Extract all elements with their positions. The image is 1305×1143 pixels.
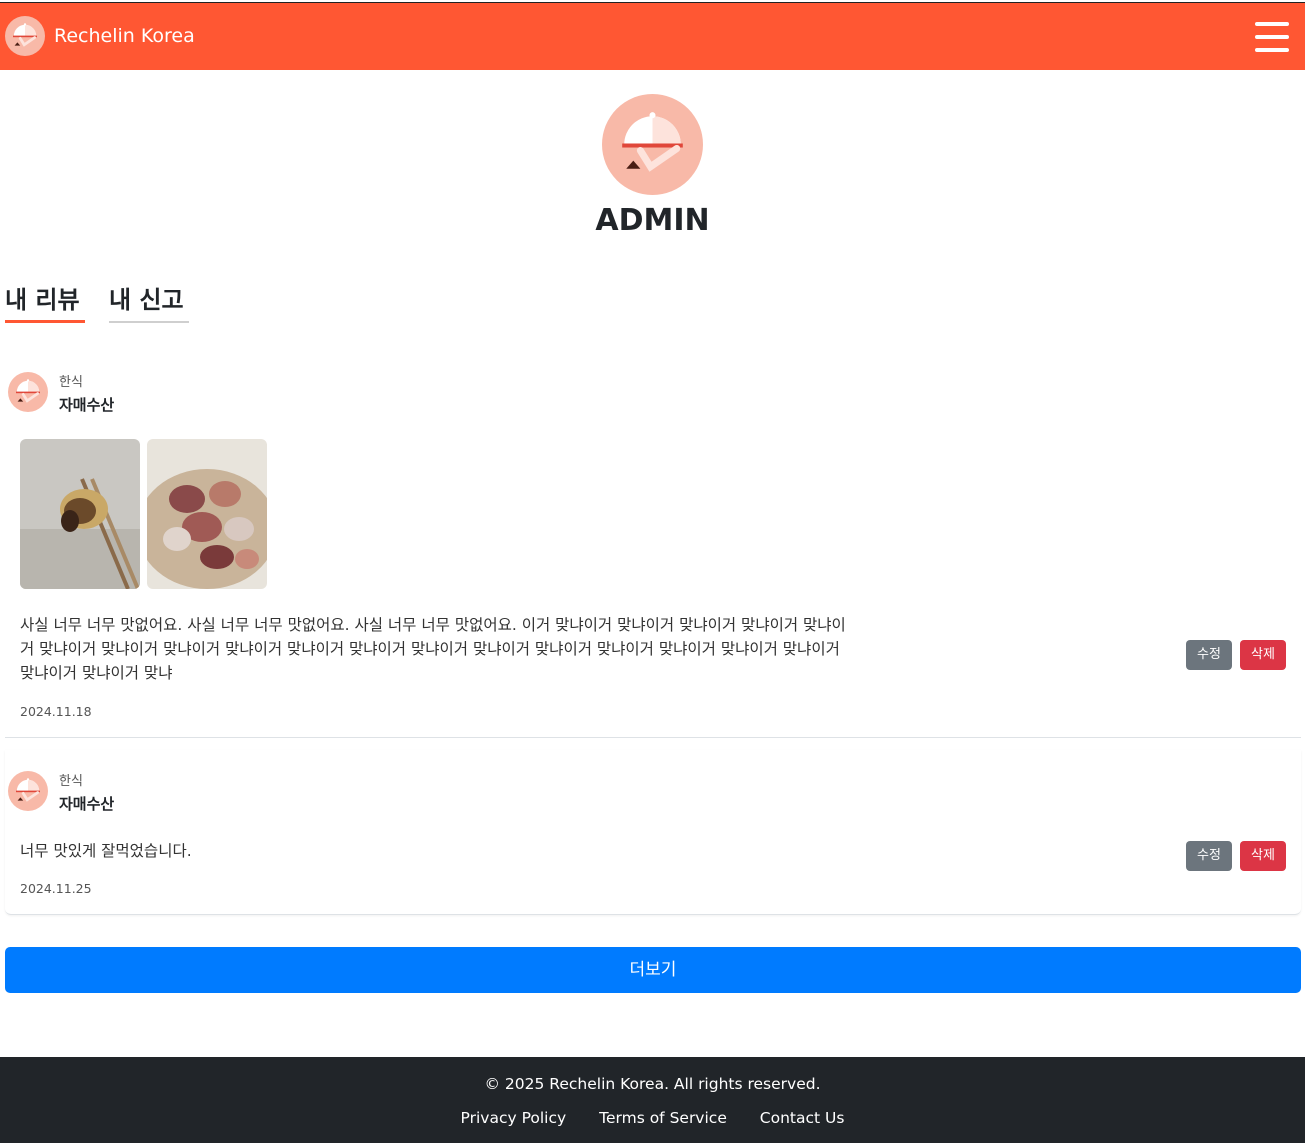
cloche-logo-icon [5,16,45,56]
review-category: 한식 [59,774,83,789]
profile-name: ADMIN [595,203,710,238]
reviewer-avatar [8,771,48,811]
review-photo-scallop-plate[interactable] [147,439,267,589]
navbar: Rechelin Korea [0,2,1305,70]
review-card: 한식 자매수산 너무 맛있게 잘먹었습니다. 수정 삭제 2024.11.25 [5,750,1301,915]
review-card: 한식 자매수산 사실 너무 너무 맛없어요. 사실 너무 너무 맛없어요. 사실… [5,350,1301,738]
review-date: 2024.11.25 [20,881,92,896]
copyright-text: © 2025 Rechelin Korea. All rights reserv… [484,1075,821,1093]
load-more-button[interactable]: 더보기 [5,947,1301,993]
edit-review-button[interactable]: 수정 [1186,841,1232,871]
contact-us-link[interactable]: Contact Us [760,1109,845,1127]
hamburger-menu-icon[interactable] [1255,22,1289,52]
delete-review-button[interactable]: 삭제 [1240,640,1286,670]
brand-name: Rechelin Korea [54,25,195,47]
reviewer-avatar [8,372,48,412]
review-photo-scallop-chopsticks[interactable] [20,439,140,589]
review-restaurant-name[interactable]: 자매수산 [59,793,114,814]
privacy-policy-link[interactable]: Privacy Policy [461,1109,567,1127]
edit-review-button[interactable]: 수정 [1186,640,1232,670]
review-text: 사실 너무 너무 맛없어요. 사실 너무 너무 맛없어요. 사실 너무 너무 맛… [20,616,846,682]
footer: © 2025 Rechelin Korea. All rights reserv… [0,1057,1305,1143]
terms-of-service-link[interactable]: Terms of Service [599,1109,727,1127]
footer-links: Privacy Policy Terms of Service Contact … [0,1109,1305,1127]
review-category: 한식 [59,375,83,390]
brand-link[interactable]: Rechelin Korea [5,16,195,56]
delete-review-button[interactable]: 삭제 [1240,841,1286,871]
profile-avatar [602,94,703,195]
tab-my-reports[interactable]: 내 신고 [109,280,189,323]
review-restaurant-name[interactable]: 자매수산 [59,394,114,415]
tab-my-reviews[interactable]: 내 리뷰 [5,280,85,323]
review-date: 2024.11.18 [20,704,92,719]
review-text: 너무 맛있게 잘먹었습니다. [20,842,192,860]
